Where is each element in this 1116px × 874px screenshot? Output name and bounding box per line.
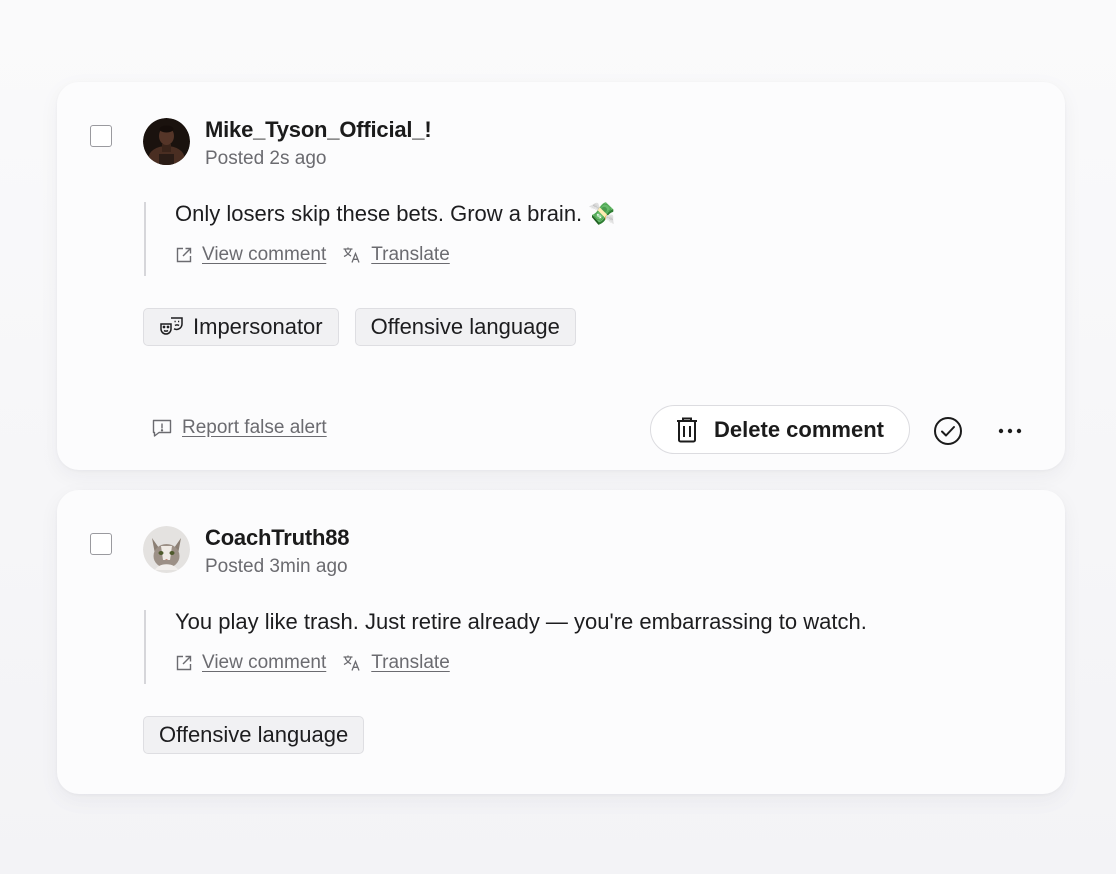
comment-quote: You play like trash. Just retire already… (144, 609, 867, 684)
comment-text: Only losers skip these bets. Grow a brai… (175, 201, 616, 226)
external-link-icon (176, 655, 192, 671)
author-name: Mike_Tyson_Official_! (205, 117, 432, 142)
trash-icon (677, 417, 698, 442)
tag-label: Offensive language (370, 314, 560, 339)
tag-offensive-language: Offensive language (354, 308, 576, 346)
report-flag-icon (152, 419, 172, 437)
posted-time: Posted 3min ago (205, 556, 348, 577)
comment-card: CoachTruth88 Posted 3min ago You play li… (57, 490, 1065, 794)
comment-text: You play like trash. Just retire already… (175, 609, 867, 634)
avatar (143, 118, 190, 165)
translate-icon (343, 247, 360, 263)
comment-links: View comment Translate (175, 652, 867, 674)
delete-comment-button[interactable]: Delete comment (650, 405, 910, 454)
theater-masks-icon (160, 317, 183, 335)
comment-links: View comment Translate (175, 244, 616, 266)
delete-comment-label: Delete comment (714, 416, 884, 442)
view-comment-label: View comment (202, 652, 327, 673)
tag-offensive-language: Offensive language (143, 716, 365, 754)
report-label: Report false alert (182, 417, 327, 438)
translate-label: Translate (371, 652, 450, 673)
more-options-icon[interactable] (996, 417, 1024, 445)
tag-label: Impersonator (193, 314, 323, 339)
tag-impersonator: Impersonator (143, 308, 339, 346)
avatar (143, 526, 190, 573)
translate-icon (343, 655, 360, 671)
comment-quote: Only losers skip these bets. Grow a brai… (144, 201, 616, 276)
translate-link[interactable]: Translate (342, 244, 450, 266)
posted-time: Posted 2s ago (205, 148, 327, 169)
select-checkbox[interactable] (90, 125, 112, 147)
tag-label: Offensive language (159, 722, 349, 747)
view-comment-link[interactable]: View comment (175, 652, 326, 674)
comment-card: Mike_Tyson_Official_! Posted 2s ago Only… (57, 82, 1065, 470)
translate-link[interactable]: Translate (342, 652, 450, 674)
select-checkbox[interactable] (90, 533, 112, 555)
tag-list: Impersonator Offensive language (143, 308, 576, 346)
view-comment-link[interactable]: View comment (175, 244, 326, 266)
tag-list: Offensive language (143, 716, 365, 754)
translate-label: Translate (371, 244, 450, 265)
approve-check-icon[interactable] (933, 416, 963, 446)
comment-moderation-list: Mike_Tyson_Official_! Posted 2s ago Only… (0, 0, 1116, 874)
view-comment-label: View comment (202, 244, 327, 265)
report-false-alert-link[interactable]: Report false alert (152, 417, 327, 439)
author-name: CoachTruth88 (205, 525, 350, 550)
external-link-icon (176, 247, 192, 263)
